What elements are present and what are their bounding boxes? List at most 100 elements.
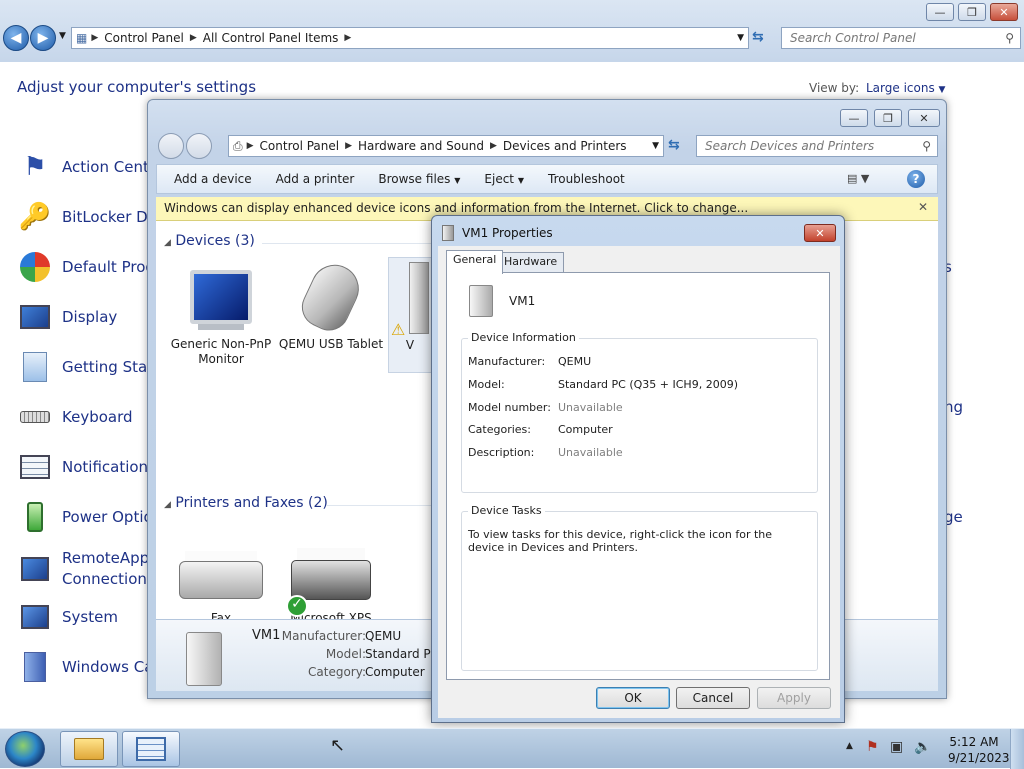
device-label: V [405,338,415,352]
back-button[interactable] [158,133,184,159]
field-label: Manufacturer: [468,355,546,368]
start-button[interactable] [5,731,45,767]
forward-button[interactable] [186,133,212,159]
close-button[interactable]: ✕ [804,224,836,242]
back-button[interactable]: ◀ [3,25,29,51]
mouse-icon [276,256,386,338]
close-icon[interactable]: ✕ [918,200,928,214]
getting-started-icon [18,350,52,384]
close-button[interactable]: ✕ [990,3,1018,21]
troubleshoot-button[interactable]: Troubleshoot [536,172,637,186]
cp-item-action-center[interactable]: ⚑ Action Cente [18,147,158,187]
eject-button[interactable]: Eject ▼ [472,172,536,186]
device-item-selected[interactable]: ⚠ V [388,257,432,373]
devices-group-header[interactable]: ◢ Devices (3) [164,233,255,249]
breadcrumb-item[interactable]: Control Panel [254,139,346,153]
cp-item-label: RemoteApp [62,549,150,567]
taskbar-explorer-button[interactable] [60,731,118,767]
search-icon[interactable]: ⚲ [922,139,931,153]
minimize-button[interactable]: — [840,109,868,127]
browse-files-button[interactable]: Browse files ▼ [366,172,472,186]
maximize-button[interactable]: ❐ [874,109,902,127]
control-panel-icon: ▦ [76,31,88,45]
field-value: Computer [558,423,613,436]
breadcrumb-item[interactable]: Hardware and Sound [352,139,490,153]
search-input[interactable]: Search Control Panel ⚲ [781,27,1021,49]
volume-tray-icon[interactable]: 🔈 [914,739,931,755]
dialog-body: General Hardware VM1 Device Information … [438,246,840,718]
cp-item-notification[interactable]: Notification [18,447,148,487]
control-panel-titlebar: — ❐ ✕ ◀ ▶ ▼ ▦ ▶ Control Panel ▶ All Cont… [0,0,1024,62]
device-item[interactable]: Generic Non-PnP Monitor [166,257,276,367]
help-icon[interactable]: ? [907,170,925,188]
search-icon[interactable]: ⚲ [1005,31,1014,45]
windows-cardspace-icon [18,650,52,684]
field-value: Standard PC (Q35 + ICH9, 2009) [558,378,738,391]
computer-icon [186,632,222,686]
add-printer-button[interactable]: Add a printer [264,172,367,186]
cancel-button[interactable]: Cancel [676,687,750,709]
breadcrumb-item[interactable]: Control Panel [98,31,190,45]
collapse-icon: ◢ [164,238,171,248]
cp-item-windows-cardspace[interactable]: Windows Ca [18,647,153,687]
refresh-icon[interactable]: ⇆ [668,137,690,157]
breadcrumb-item[interactable]: Devices and Printers [497,139,633,153]
printers-group-header[interactable]: ◢ Printers and Faxes (2) [164,495,328,511]
address-dropdown-icon[interactable]: ▼ [652,141,659,151]
flag-icon: ⚑ [23,152,47,182]
device-name: VM1 [509,294,536,308]
chevron-right-icon: ▶ [91,33,99,43]
details-value: QEMU [365,629,402,643]
clock[interactable]: 5:12 AM 9/21/2023 [948,734,1010,766]
monitor-icon [166,257,276,337]
default-printer-check-icon: ✓ [286,595,308,617]
device-item[interactable]: QEMU USB Tablet [276,256,386,352]
recent-pages-dropdown[interactable]: ▼ [59,31,66,41]
change-view-button[interactable]: ▤ ▼ [847,172,869,185]
display-icon [18,300,52,334]
field-label: Categories: [468,423,531,436]
search-input[interactable]: Search Devices and Printers ⚲ [696,135,938,157]
network-tray-icon[interactable]: ▣ [890,739,903,755]
breadcrumb-item[interactable]: All Control Panel Items [197,31,345,45]
dialog-title: VM1 Properties [462,226,553,240]
refresh-icon[interactable]: ⇆ [752,29,774,49]
printer-item[interactable]: Fax [166,531,276,626]
details-label: Manufacturer: [281,629,366,643]
add-device-button[interactable]: Add a device [157,172,264,186]
cp-item-remoteapp[interactable]: RemoteApp Connections [18,547,155,591]
tab-hardware[interactable]: Hardware [497,252,565,272]
collapse-icon: ◢ [164,500,171,510]
close-button[interactable]: ✕ [908,109,940,127]
computer-icon [442,225,454,241]
address-bar[interactable]: ⎙ ▶ Control Panel ▶ Hardware and Sound ▶… [228,135,664,157]
ok-button[interactable]: OK [596,687,670,709]
chevron-down-icon: ▼ [517,176,524,185]
taskbar-control-panel-button[interactable] [122,731,180,767]
cp-item-default-programs[interactable]: Default Prog [18,247,155,287]
tab-general[interactable]: General [446,250,504,274]
chevron-right-icon: ▶ [489,141,497,151]
cp-item-display[interactable]: Display [18,297,117,337]
address-dropdown-icon[interactable]: ▼ [737,33,744,43]
device-tasks-text: To view tasks for this device, right-cli… [468,528,773,554]
chevron-right-icon: ▶ [189,33,197,43]
cp-item-bitlocker[interactable]: 🔑 BitLocker Dr [18,197,154,237]
field-value: QEMU [558,355,592,368]
address-bar[interactable]: ▦ ▶ Control Panel ▶ All Control Panel It… [71,27,749,49]
mouse-cursor-icon: ↖ [330,735,346,756]
apply-button[interactable]: Apply [757,687,831,709]
clock-time: 5:12 AM [949,735,999,749]
show-hidden-icons-button[interactable]: ▲ [846,741,853,751]
cp-item-getting-started[interactable]: Getting Start [18,347,159,387]
minimize-button[interactable]: — [926,3,954,21]
cp-item-power-options[interactable]: Power Optio [18,497,153,537]
maximize-button[interactable]: ❐ [958,3,986,21]
notification-icon [18,450,52,484]
action-center-tray-icon[interactable]: ⚑ [866,739,879,755]
cp-item-system[interactable]: System [18,597,118,637]
show-desktop-button[interactable] [1010,729,1024,769]
view-by-dropdown[interactable]: Large icons ▼ [866,81,945,95]
cp-item-keyboard[interactable]: Keyboard [18,397,133,437]
forward-button[interactable]: ▶ [30,25,56,51]
